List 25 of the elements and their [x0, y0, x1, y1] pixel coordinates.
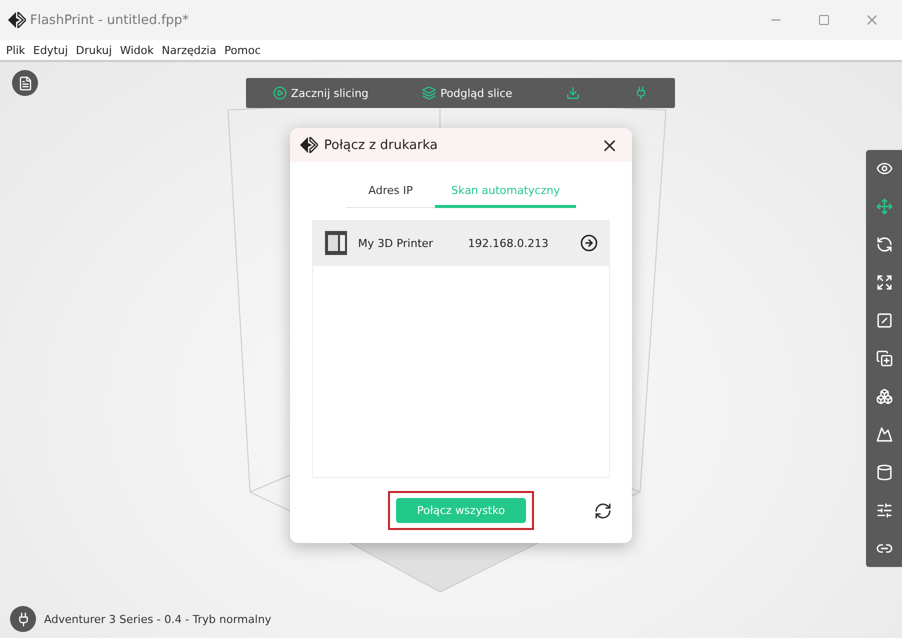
menu-item[interactable]: Pomoc	[224, 44, 261, 56]
status-text: Adventurer 3 Series - 0.4 - Tryb normalny	[44, 612, 272, 626]
file-icon[interactable]	[12, 70, 38, 96]
app-logo-icon	[300, 137, 318, 153]
printer-icon	[324, 230, 348, 256]
toolbar-button[interactable]: Zacznij slicing	[264, 84, 377, 102]
layers-icon	[422, 86, 436, 100]
plug-icon[interactable]	[10, 606, 36, 632]
printer-row[interactable]: My 3D Printer 192.168.0.213	[312, 220, 610, 266]
menu-item[interactable]: Narzędzia	[162, 44, 216, 56]
dialog-title: Połącz z drukarka	[324, 138, 439, 152]
menu-item[interactable]: Plik	[6, 44, 26, 56]
play-icon	[272, 86, 287, 100]
menu-item[interactable]: Edytuj	[33, 44, 68, 56]
duplicate-icon[interactable]	[874, 348, 894, 369]
printer-ip: 192.168.0.213	[468, 236, 550, 250]
app-logo-icon	[8, 12, 26, 28]
close-button[interactable]: ×	[597, 133, 622, 157]
printer-name: My 3D Printer	[358, 236, 434, 250]
refresh-icon[interactable]	[594, 502, 612, 520]
window-title: FlashPrint - untitled.fpp*	[30, 12, 190, 28]
menu-item[interactable]: Widok	[120, 44, 154, 56]
tab[interactable]: Adres IP	[346, 176, 436, 208]
menu-item[interactable]: Drukuj	[76, 44, 112, 56]
toolbar-button[interactable]: Podgląd slice	[414, 84, 520, 102]
